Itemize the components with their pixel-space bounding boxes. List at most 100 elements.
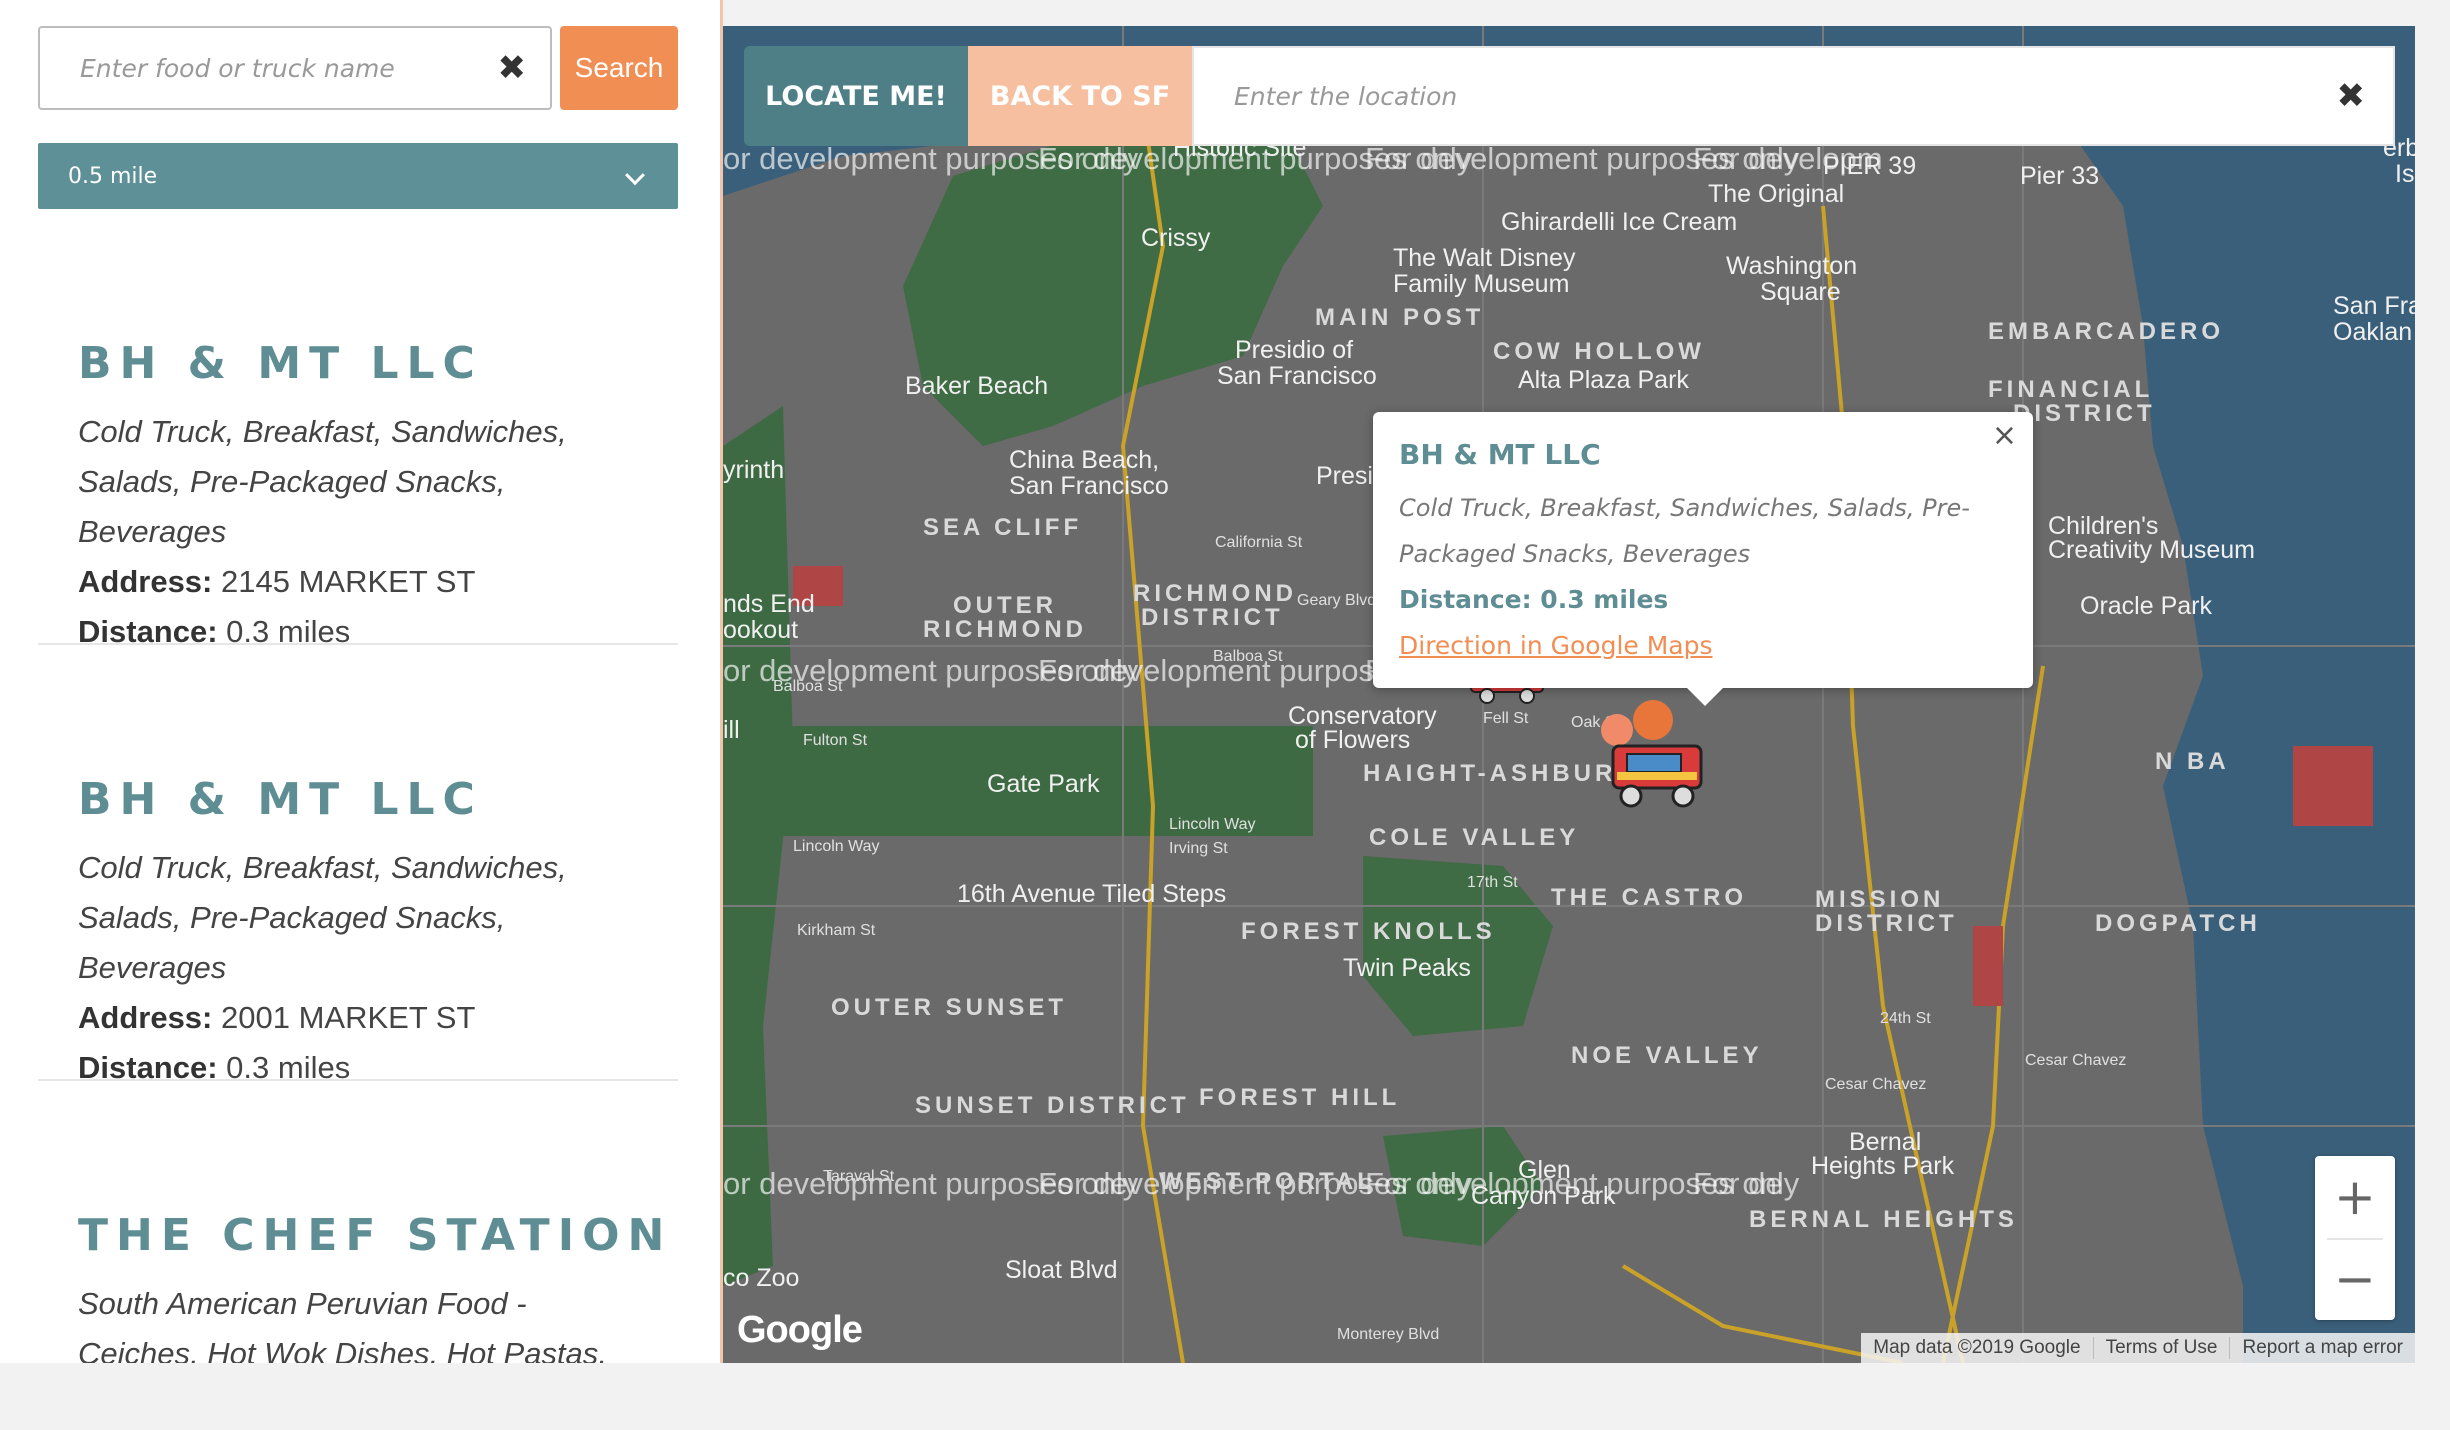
map-label: co Zoo	[723, 1264, 800, 1292]
map-label: ookout	[723, 616, 799, 644]
location-input[interactable]	[1194, 48, 2393, 144]
map-label: Square	[1760, 278, 1841, 306]
map-label: nds End	[723, 590, 815, 618]
address-value: 2145 MARKET ST	[221, 564, 476, 599]
truck-card[interactable]: BH & MT LLC Cold Truck, Breakfast, Sandw…	[38, 774, 678, 1093]
map-label: Glen	[1518, 1156, 1571, 1184]
map-label: The Original	[1708, 180, 1845, 208]
map-label: Baker Beach	[905, 372, 1049, 400]
street-label: California St	[1215, 534, 1303, 551]
map-label: PIER 39	[1823, 152, 1917, 180]
map-label: FOREST HILL	[1199, 1084, 1401, 1111]
directions-link[interactable]: Direction in Google Maps	[1399, 623, 2007, 669]
map-label: THE CASTRO	[1551, 884, 1747, 911]
street-label: Balboa St	[773, 678, 843, 695]
google-logo: Google	[737, 1309, 863, 1351]
street-label: Kirkham St	[797, 922, 876, 939]
street-label: Taraval St	[823, 1168, 895, 1185]
locate-me-button[interactable]: LOCATE ME!	[744, 46, 968, 146]
truck-card[interactable]: BH & MT LLC Cold Truck, Breakfast, Sandw…	[38, 338, 678, 657]
map-label: COLE VALLEY	[1369, 824, 1580, 851]
map-label: NOE VALLEY	[1571, 1042, 1763, 1069]
map-label: Twin Peaks	[1343, 954, 1471, 982]
map-label: Ghirardelli Ice Cream	[1501, 208, 1738, 236]
map-label: Presidio of	[1235, 336, 1354, 364]
street-label: Cesar Chavez	[1825, 1076, 1927, 1093]
close-icon[interactable]: ×	[1992, 418, 2017, 453]
report-error-link[interactable]: Report a map error	[2229, 1337, 2415, 1359]
map-label: DISTRICT	[1815, 910, 1958, 937]
map-label: Oracle Park	[2080, 592, 2212, 620]
watermark-text: For de	[1693, 1166, 1783, 1201]
distance-select[interactable]: 0.5 mile	[38, 143, 678, 209]
map-label: China Beach,	[1009, 446, 1160, 474]
map-label: 16th Avenue Tiled Steps	[957, 880, 1227, 908]
map-label: Is	[2395, 160, 2415, 188]
divider	[2327, 1238, 2383, 1240]
street-label: 17th St	[1467, 874, 1518, 891]
truck-name: THE CHEF STATION	[78, 1210, 673, 1261]
map-label: RICHMOND	[923, 616, 1087, 643]
food-search-field: ✖	[38, 26, 552, 110]
map-label: ill	[723, 716, 740, 744]
street-label: 24th St	[1880, 1010, 1931, 1027]
back-to-sf-button[interactable]: BACK TO SF	[968, 46, 1192, 146]
popup-title: BH & MT LLC	[1399, 438, 1601, 471]
map-label: San Fra	[2333, 292, 2415, 320]
street-label: Lincoln Way	[1169, 816, 1256, 833]
map-label: DISTRICT	[2013, 400, 2156, 427]
street-label: Cesar Chavez	[2025, 1052, 2127, 1069]
street-label: Irving St	[1169, 840, 1228, 857]
map-data-text: Map data ©2019 Google	[1873, 1337, 2081, 1358]
food-truck-icon	[1601, 700, 1703, 808]
map-label: Washington	[1726, 252, 1858, 280]
info-window: × BH & MT LLC Cold Truck, Breakfast, San…	[1373, 412, 2033, 706]
truck-address: Address: 2145 MARKET ST	[78, 557, 678, 607]
map-label: Canyon Park	[1471, 1182, 1616, 1210]
popup-categories: Cold Truck, Breakfast, Sandwiches, Salad…	[1399, 494, 1970, 568]
plus-icon[interactable]: +	[2315, 1156, 2395, 1238]
map-label: FOREST KNOLLS	[1241, 918, 1496, 945]
map-label: San Francisco	[1217, 362, 1377, 390]
chevron-down-icon	[625, 165, 645, 186]
food-truck-marker[interactable]	[1583, 686, 1723, 830]
divider	[38, 1079, 678, 1081]
street-label: Geary Blvd	[1297, 592, 1377, 609]
food-search-input[interactable]	[40, 28, 550, 108]
truck-name: BH & MT LLC	[78, 338, 483, 389]
map-label: BERNAL HEIGHTS	[1749, 1206, 2018, 1233]
map-label: Creativity Museum	[2048, 536, 2255, 564]
map-label: Crissy	[1141, 224, 1211, 252]
map-label: MAIN POST	[1315, 304, 1485, 331]
truck-categories: Cold Truck, Breakfast, Sandwiches, Salad…	[78, 850, 567, 985]
map-label: Alta Plaza Park	[1518, 366, 1689, 394]
map-label: Oaklan	[2333, 318, 2413, 346]
close-icon[interactable]: ✖	[498, 51, 527, 85]
map-label: Heights Park	[1811, 1152, 1955, 1180]
minus-icon[interactable]: −	[2315, 1238, 2395, 1320]
distance-select-value: 0.5 mile	[68, 163, 158, 189]
close-icon[interactable]: ✖	[2337, 79, 2366, 113]
sidebar: ✖ Search 0.5 mile BH & MT LLC Cold Truck…	[0, 0, 723, 1363]
search-button[interactable]: Search	[560, 26, 678, 110]
truck-categories: Cold Truck, Breakfast, Sandwiches, Salad…	[78, 414, 567, 549]
popup-distance: Distance: 0.3 miles	[1399, 585, 1669, 614]
map-label: DOGPATCH	[2095, 910, 2261, 937]
truck-distance: Distance: 0.3 miles	[78, 1043, 678, 1093]
map-attribution: Map data ©2019 Google Terms of Use Repor…	[1861, 1333, 2415, 1363]
map-label: WEST PORTAL	[1159, 1168, 1376, 1195]
map-label: COW HOLLOW	[1493, 338, 1705, 365]
street-label: Monterey Blvd	[1337, 1326, 1440, 1343]
truck-card[interactable]: THE CHEF STATION South American Peruvian…	[38, 1210, 678, 1363]
map-label: of Flowers	[1295, 726, 1411, 754]
map[interactable]: or development purposes only For develop…	[723, 26, 2415, 1363]
map-label: Family Museum	[1393, 270, 1570, 298]
street-label: Lincoln Way	[793, 838, 880, 855]
truck-categories: South American Peruvian Food - Ceiches, …	[78, 1286, 607, 1363]
address-label: Address:	[78, 1000, 213, 1035]
terms-link[interactable]: Terms of Use	[2092, 1337, 2230, 1359]
map-label: San Francisco	[1009, 472, 1169, 500]
map-label: EMBARCADERO	[1988, 318, 2224, 345]
map-label: Gate Park	[987, 770, 1100, 798]
location-search-field: ✖	[1192, 46, 2395, 146]
